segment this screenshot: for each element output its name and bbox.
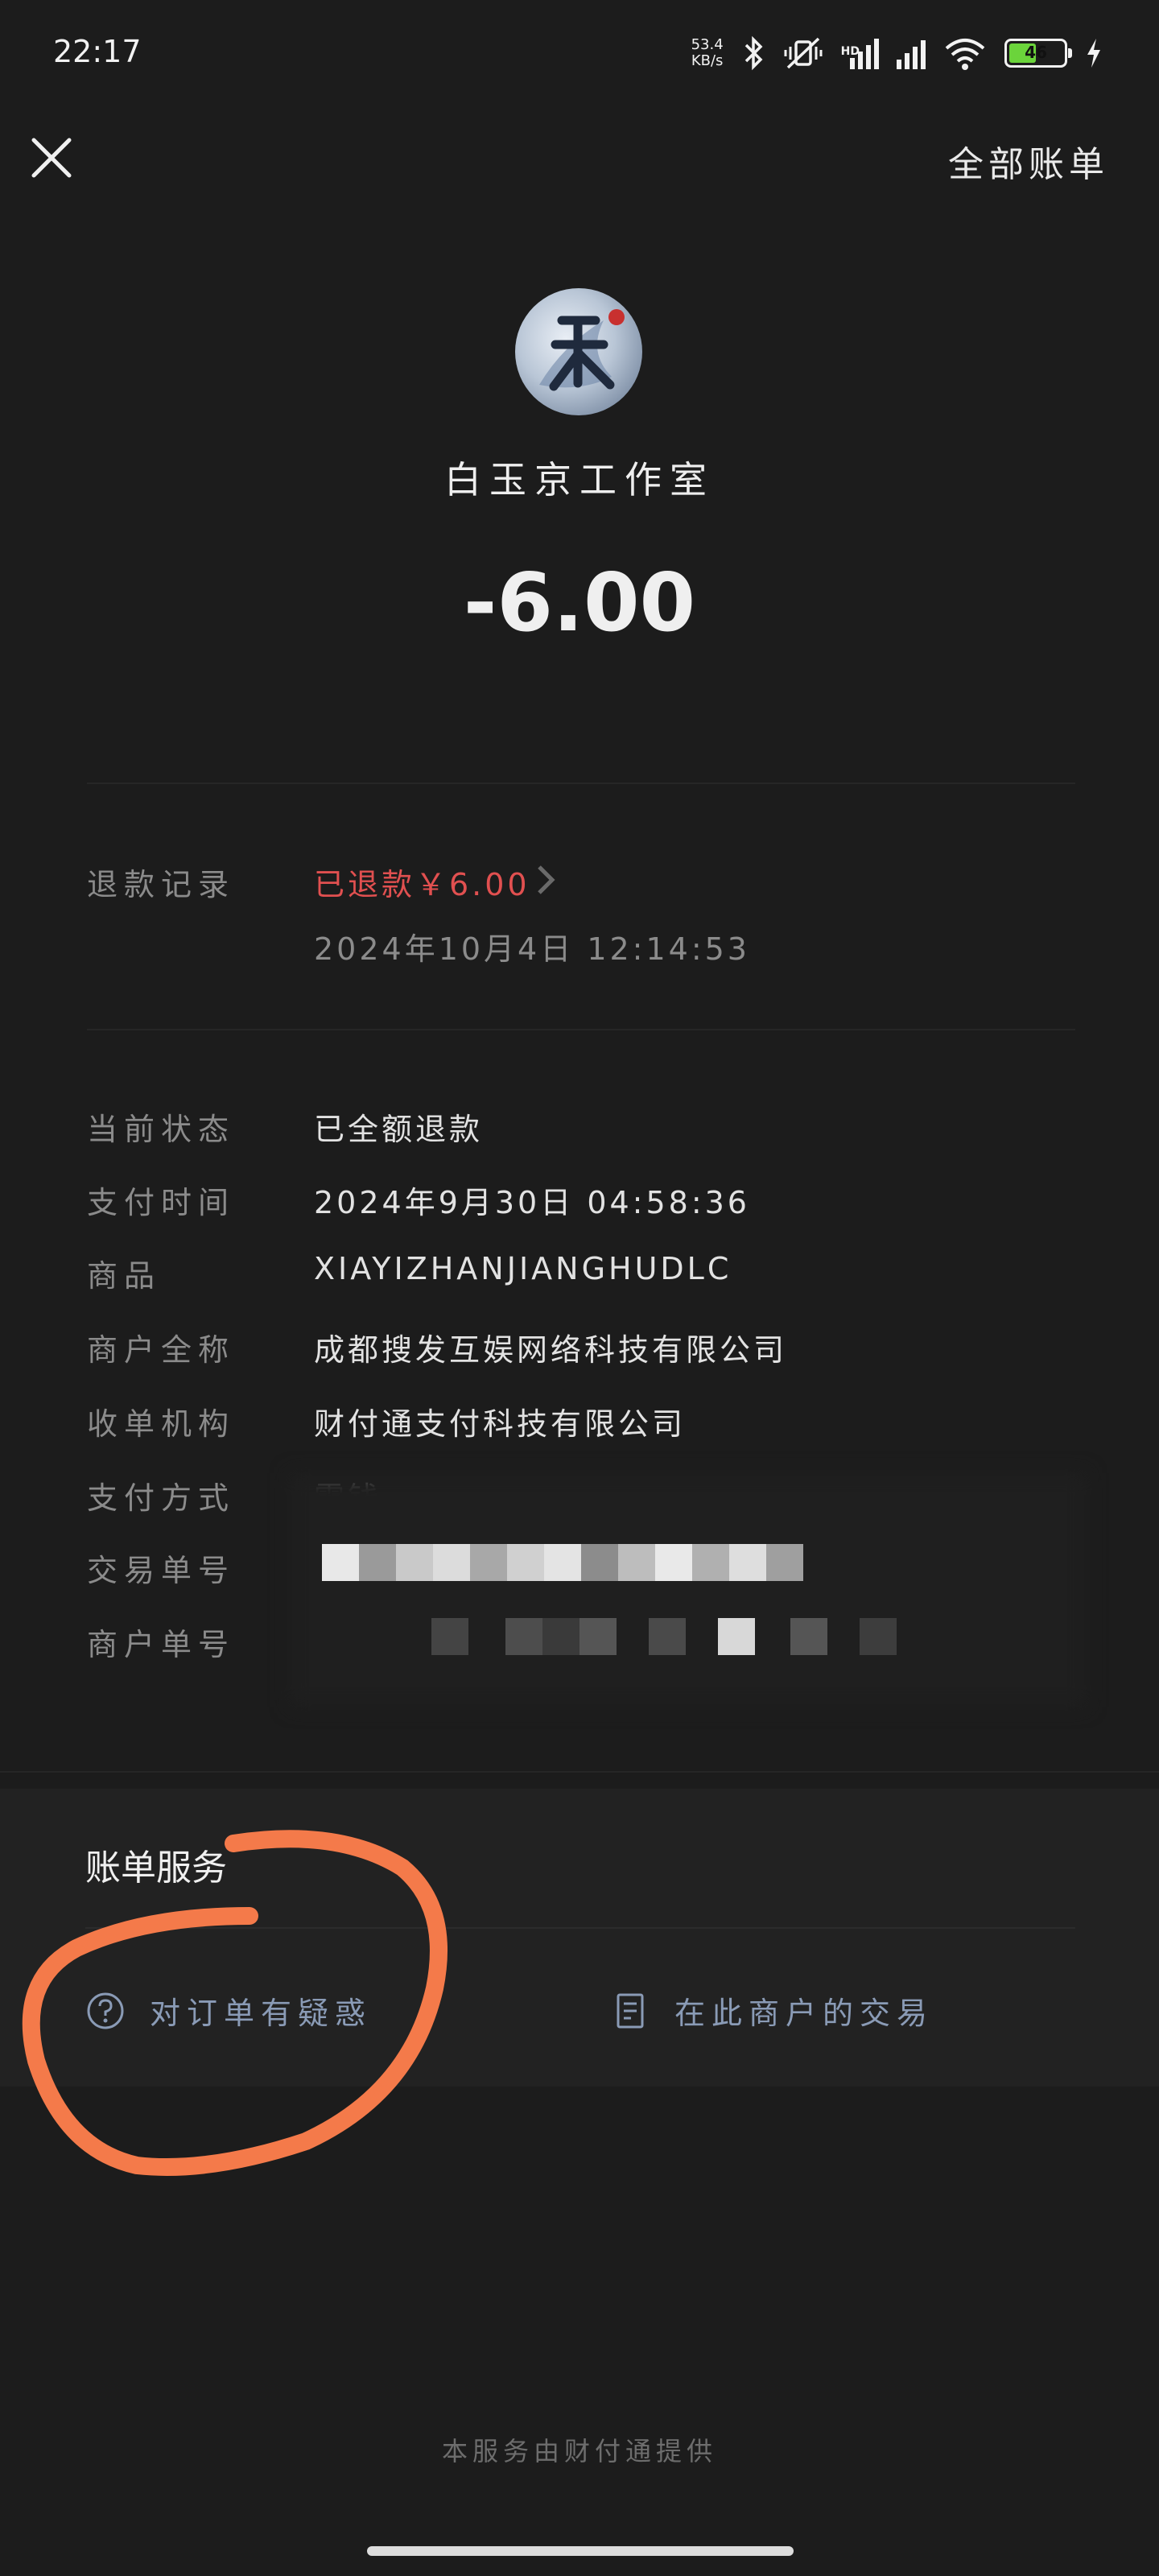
status-label: 当前状态 [87,1112,236,1147]
wifi-icon [945,39,985,70]
mute-vibrate-icon [784,37,823,69]
redaction-blur [290,1473,1087,1707]
merchant-fullname-value: 成都搜发互娱网络科技有限公司 [314,1332,788,1368]
transaction-id-redacted [322,1544,829,1581]
merchant-avatar [515,288,642,415]
document-icon [617,1993,644,2028]
divider [0,1771,1159,1773]
signal-hd-icon: HD [841,37,879,69]
product-value: XIAYIZHANJIANGHUDLC [314,1251,732,1286]
charging-icon [1087,39,1100,68]
status-time: 22:17 [53,34,142,69]
acquirer-value: 财付通支付科技有限公司 [314,1406,687,1442]
merchant-name: 白玉京工作室 [444,458,715,502]
product-label: 商品 [87,1258,162,1294]
status-value: 已全额退款 [314,1112,484,1147]
battery-icon: 46 [1004,39,1072,68]
pay-time-value: 2024年9月30日 04:58:36 [314,1185,750,1220]
question-circle-icon [87,1992,124,2029]
close-button[interactable] [27,134,76,182]
refund-label: 退款记录 [87,867,236,902]
refund-status-link[interactable]: 已退款￥6.00 [314,860,530,904]
all-bills-link[interactable]: 全部账单 [948,135,1109,187]
merchant-order-id-label: 商户单号 [87,1627,236,1662]
footer-provider-note: 本服务由财付通提供 [441,2436,717,2467]
merchant-logo-icon [539,309,625,391]
merchant-order-id-redacted [431,1618,898,1655]
order-question-label: 对订单有疑惑 [150,1996,373,2031]
signal-icon [897,37,926,69]
divider [85,1927,1075,1929]
divider [87,782,1075,784]
pay-method-label: 支付方式 [87,1480,236,1516]
bill-services-title: 账单服务 [85,1847,227,1889]
net-speed: 53.4 KB/s [691,36,724,69]
acquirer-label: 收单机构 [87,1406,236,1442]
home-indicator[interactable] [367,2546,794,2556]
close-icon [31,138,72,178]
status-icons: 53.4 KB/s HD 46 [691,31,1103,76]
merchant-transactions-label: 在此商户的交易 [674,1996,934,2031]
order-question-button[interactable]: 对订单有疑惑 [85,1988,372,2033]
merchant-fullname-label: 商户全称 [87,1332,236,1368]
transaction-id-label: 交易单号 [87,1553,236,1588]
transaction-amount: -6.00 [463,555,696,650]
divider [87,1029,1075,1030]
merchant-transactions-button[interactable]: 在此商户的交易 [610,1988,934,2033]
pay-time-label: 支付时间 [87,1185,236,1220]
refund-date: 2024年10月4日 12:14:53 [314,931,750,967]
bill-services-panel [0,1789,1159,2087]
bluetooth-icon [744,35,763,71]
chevron-right-icon[interactable] [534,864,557,896]
